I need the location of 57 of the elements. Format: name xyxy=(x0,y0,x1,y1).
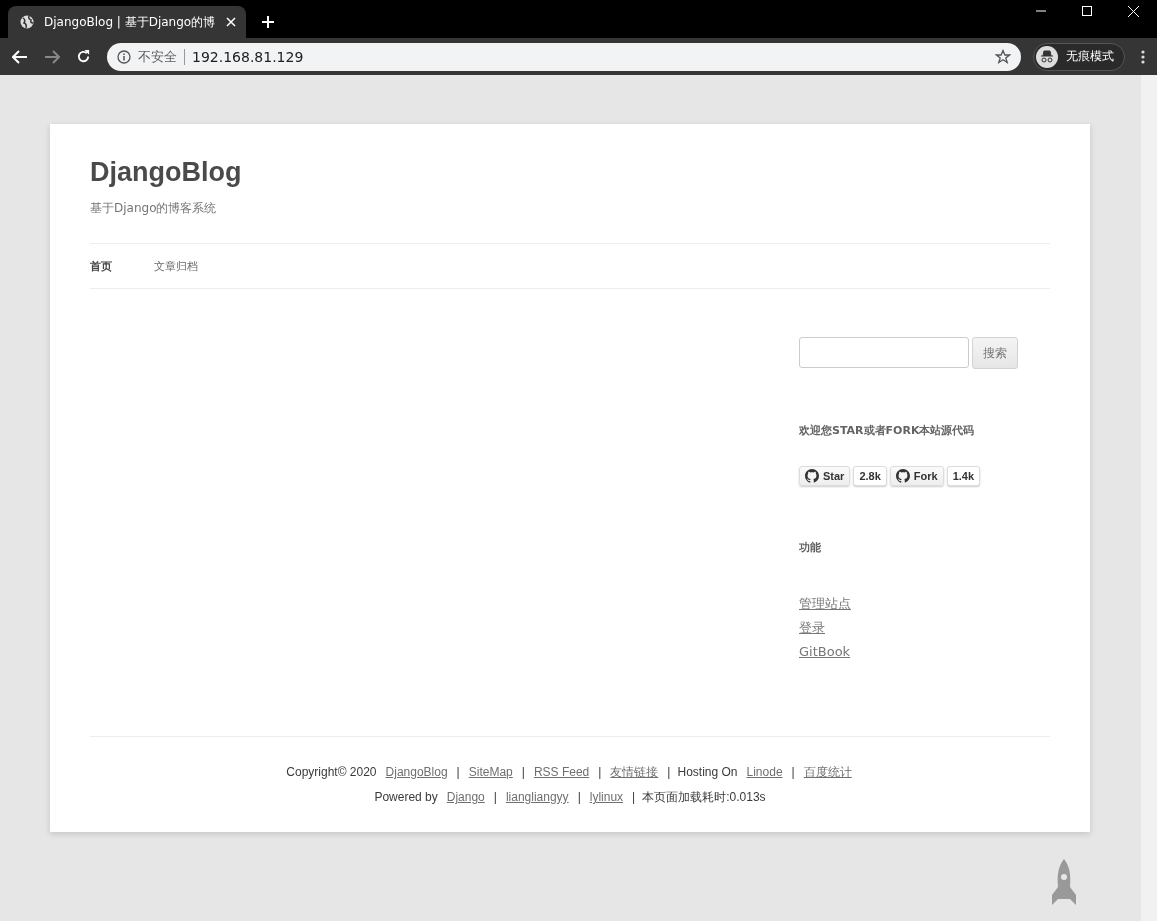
github-button[interactable]: Star xyxy=(799,466,851,486)
browser-tab[interactable]: DjangoBlog | 基于Django的博 xyxy=(8,6,246,38)
footer-link[interactable]: SiteMap xyxy=(466,763,515,781)
incognito-badge[interactable]: 无痕模式 xyxy=(1033,42,1125,71)
sidebar-link[interactable]: 管理站点 xyxy=(799,595,851,613)
site-title[interactable]: DjangoBlog xyxy=(90,154,1050,190)
footer-link[interactable]: Django xyxy=(444,788,487,806)
footer-text: | xyxy=(577,789,581,806)
globe-icon xyxy=(20,15,34,29)
scrollbar[interactable] xyxy=(1141,75,1157,921)
maximize-icon[interactable] xyxy=(1082,6,1092,16)
star-icon[interactable] xyxy=(995,48,1011,65)
footer-text: | xyxy=(521,764,525,781)
sidebar-link[interactable]: 登录 xyxy=(799,619,825,637)
footer-text: Powered by xyxy=(374,789,438,806)
nav-link[interactable]: 文章归档 xyxy=(154,258,198,274)
close-icon[interactable] xyxy=(1128,5,1139,17)
footer-text: | xyxy=(632,789,636,806)
footer-text: 本页面加载耗时:0.013s xyxy=(642,789,766,806)
footer-text: | xyxy=(791,764,795,781)
widget-heading: 功能 xyxy=(799,540,822,555)
footer-link[interactable]: 百度统计 xyxy=(801,763,854,781)
footer-text: Copyright© 2020 xyxy=(286,764,377,781)
github-icon xyxy=(895,469,910,483)
reload-icon[interactable] xyxy=(76,49,91,64)
footer-text: Hosting On xyxy=(677,764,738,781)
tab-title: DjangoBlog | 基于Django的博 xyxy=(44,13,216,31)
info-icon xyxy=(117,49,131,64)
sidebar-link[interactable]: GitBook xyxy=(799,643,851,661)
address-bar[interactable]: 不安全 192.168.81.129 xyxy=(107,42,1021,71)
footer-text: | xyxy=(667,764,671,781)
back-icon[interactable] xyxy=(12,49,28,64)
security-label: 不安全 xyxy=(138,47,177,66)
url-text: 192.168.81.129 xyxy=(192,48,305,65)
footer-text: | xyxy=(493,789,497,806)
incognito-icon xyxy=(1036,45,1058,68)
site-subtitle: 基于Django的博客系统 xyxy=(90,200,218,217)
nav-link[interactable]: 首页 xyxy=(90,258,112,274)
github-count[interactable]: 1.4k xyxy=(946,466,981,486)
search-button[interactable]: 搜索 xyxy=(972,337,1018,369)
github-button[interactable]: Fork xyxy=(889,466,944,486)
footer-link[interactable]: RSS Feed xyxy=(531,763,592,781)
github-count[interactable]: 2.8k xyxy=(853,466,887,486)
github-icon xyxy=(805,469,819,483)
footer-text: | xyxy=(598,764,602,781)
widget-heading: 欢迎您STAR或者FORK本站源代码 xyxy=(799,423,976,438)
menu-icon[interactable] xyxy=(1141,49,1145,64)
footer-link[interactable]: lylinux xyxy=(587,788,626,806)
new-tab-icon[interactable] xyxy=(262,16,274,28)
footer-link[interactable]: 友情链接 xyxy=(608,763,661,781)
footer-link[interactable]: Linode xyxy=(744,763,785,781)
footer-text: | xyxy=(456,764,460,781)
close-icon[interactable] xyxy=(226,17,236,27)
search-field[interactable] xyxy=(799,337,969,368)
forward-icon[interactable] xyxy=(44,49,60,64)
footer-link[interactable]: liangliangyy xyxy=(503,788,571,806)
footer-link[interactable]: DjangoBlog xyxy=(383,763,450,781)
